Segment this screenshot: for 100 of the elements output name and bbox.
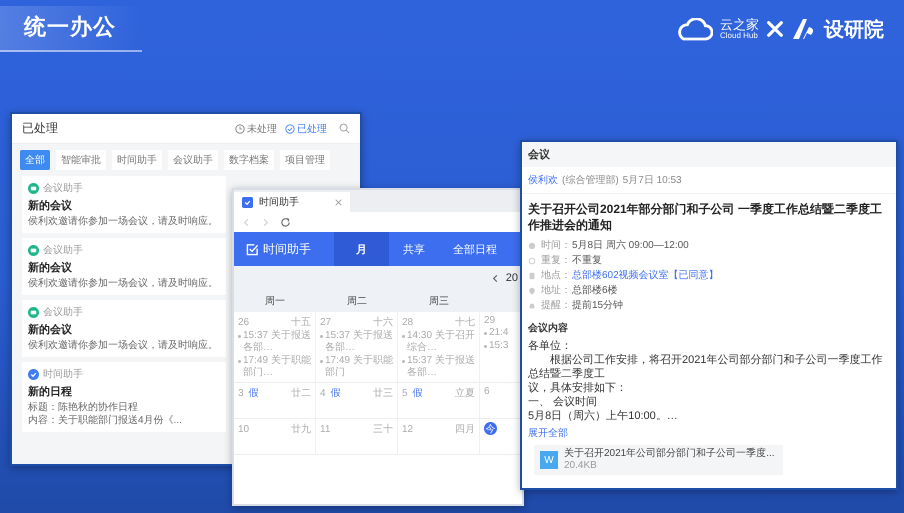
search-icon[interactable] bbox=[339, 123, 350, 134]
weekday-header: 周二 bbox=[346, 295, 368, 309]
filter-chip[interactable]: 项目管理 bbox=[280, 150, 330, 170]
lunar-date: 十五 bbox=[291, 316, 311, 329]
check-circle-icon bbox=[285, 124, 295, 134]
app-name: 时间助手 bbox=[263, 240, 311, 258]
nav-tab[interactable]: 共享 bbox=[389, 232, 439, 266]
calendar-day-cell[interactable]: 5 假 立夏 bbox=[398, 383, 480, 419]
partner-name: 云之家 bbox=[720, 18, 759, 32]
close-icon[interactable] bbox=[335, 198, 342, 206]
detail-label: 提醒： bbox=[541, 299, 571, 313]
message-card[interactable]: 时间助手 新的日程 标题：陈艳秋的协作日程 内容：关于职能部门报送4月份《... bbox=[22, 362, 226, 432]
chat-icon bbox=[28, 306, 39, 318]
calendar-day-cell[interactable]: 12 四月 bbox=[398, 419, 480, 455]
view-tab[interactable]: 已处理 bbox=[285, 122, 327, 136]
holiday-tag: 假 bbox=[330, 386, 341, 400]
day-number: 27 bbox=[320, 316, 332, 328]
checkbox-icon bbox=[246, 242, 259, 256]
forward-icon[interactable] bbox=[261, 218, 270, 226]
page-title: 统一办公 bbox=[24, 14, 116, 39]
attachment-card[interactable]: W 关于召开2021年公司部分部门和子公司一季度... 20.4KB bbox=[534, 445, 783, 475]
detail-label: 地址： bbox=[541, 284, 571, 298]
cross-icon bbox=[766, 20, 784, 38]
calendar-icon bbox=[28, 368, 39, 380]
event-dot-icon bbox=[238, 360, 241, 363]
day-number: 12 bbox=[402, 424, 414, 434]
author-link[interactable]: 侯利欢 bbox=[528, 173, 558, 187]
filter-chip[interactable]: 数字档案 bbox=[224, 150, 274, 170]
calendar-day-cell[interactable]: 4 假 廿三 bbox=[316, 383, 398, 419]
back-icon[interactable] bbox=[242, 218, 251, 226]
today-badge[interactable]: 今 bbox=[484, 422, 497, 435]
detail-label: 时间： bbox=[541, 238, 571, 253]
calendar-day-cell[interactable]: 10 廿九 bbox=[234, 419, 316, 455]
calendar-day-cell[interactable]: 11 三十 bbox=[316, 419, 398, 455]
message-source: 会议助手 bbox=[43, 244, 83, 257]
event-dot-icon bbox=[320, 335, 323, 338]
event-text[interactable]: 17:49 关于职能部门… bbox=[243, 355, 311, 379]
event-text[interactable]: 15:37 关于报送各部… bbox=[325, 330, 393, 354]
calendar-day-cell[interactable]: 6 bbox=[480, 383, 522, 419]
message-text: 侯利欢邀请你参加一场会议，请及时响应。 bbox=[28, 215, 219, 228]
message-source: 会议助手 bbox=[43, 306, 83, 319]
message-title: 新的会议 bbox=[28, 198, 73, 213]
day-number: 28 bbox=[402, 316, 414, 328]
message-title: 新的会议 bbox=[28, 260, 73, 275]
lunar-date: 四月 bbox=[455, 423, 475, 436]
event-text[interactable]: 15:37 关于报送各部… bbox=[407, 355, 475, 379]
detail-value: 5月8日 周六 09:00—12:00 bbox=[572, 238, 689, 253]
browser-tab[interactable]: 时间助手 bbox=[234, 192, 350, 212]
event-text[interactable]: 21:4 bbox=[489, 327, 508, 339]
calendar-day-cell[interactable]: 28 十七 14:30 关于召开综合… 15:37 关于报送各部… bbox=[398, 312, 480, 383]
detail-label: 重复： bbox=[541, 254, 571, 268]
filter-chip[interactable]: 时间助手 bbox=[112, 150, 162, 170]
event-text[interactable]: 14:30 关于召开综合… bbox=[407, 330, 475, 354]
nav-tab[interactable]: 全部日程 bbox=[439, 232, 511, 266]
event-dot-icon bbox=[238, 335, 241, 338]
filter-chip[interactable]: 智能审批 bbox=[56, 150, 106, 170]
body-text: 各单位： bbox=[528, 339, 573, 353]
message-card[interactable]: 会议助手 新的会议 侯利欢邀请你参加一场会议，请及时响应。 bbox=[22, 238, 226, 295]
nav-tab[interactable]: 月 bbox=[334, 232, 389, 266]
reload-icon[interactable] bbox=[280, 216, 291, 228]
chat-icon bbox=[28, 244, 39, 256]
lunar-date: 十六 bbox=[373, 316, 393, 329]
event-dot-icon bbox=[320, 360, 323, 363]
window-title: 已处理 bbox=[22, 120, 58, 137]
lunar-date: 廿三 bbox=[373, 386, 393, 400]
body-text: 议，具体安排如下： bbox=[528, 381, 628, 395]
detail-value: 总部楼6楼 bbox=[572, 284, 618, 298]
detail-value[interactable]: 总部楼602视频会议室【已同意】 bbox=[572, 268, 719, 283]
calendar-day-cell[interactable]: 26 十五 15:37 关于报送各部… 17:49 关于职能部门… bbox=[234, 312, 316, 383]
lunar-date: 廿二 bbox=[291, 386, 311, 400]
holiday-tag: 假 bbox=[248, 386, 259, 400]
message-title: 新的会议 bbox=[28, 322, 73, 337]
calendar-day-cell[interactable]: 29 21:4 15:3 bbox=[480, 312, 522, 383]
lunar-date: 廿九 bbox=[291, 422, 311, 436]
holiday-tag: 假 bbox=[412, 386, 423, 400]
previous-month-icon[interactable] bbox=[490, 274, 500, 282]
filter-chip[interactable]: 全部 bbox=[20, 150, 50, 170]
event-text[interactable]: 15:3 bbox=[489, 340, 508, 352]
message-text: 侯利欢邀请你参加一场会议，请及时响应。 bbox=[28, 277, 219, 290]
message-card[interactable]: 会议助手 新的会议 侯利欢邀请你参加一场会议，请及时响应。 bbox=[22, 300, 226, 357]
calendar-day-cell[interactable]: 3 假 廿二 bbox=[234, 383, 316, 419]
filter-chip[interactable]: 会议助手 bbox=[168, 150, 218, 170]
day-number: 6 bbox=[484, 386, 490, 397]
lunar-date: 十七 bbox=[455, 316, 475, 329]
day-number: 11 bbox=[320, 424, 330, 434]
expand-link[interactable]: 展开全部 bbox=[522, 424, 574, 442]
event-text[interactable]: 15:37 关于报送各部… bbox=[243, 330, 311, 354]
message-card[interactable]: 会议助手 新的会议 侯利欢邀请你参加一场会议，请及时响应。 bbox=[22, 176, 226, 233]
document-icon: W bbox=[540, 451, 558, 469]
calendar-day-cell[interactable]: 今 bbox=[480, 419, 522, 455]
body-text: 根据公司工作安排，将召开2021年公司部分部门和子公司一季度工作总结暨二季度工 bbox=[528, 353, 884, 381]
message-text: 内容：关于职能部门报送4月份《... bbox=[28, 414, 183, 427]
calendar-day-cell[interactable]: 27 十六 15:37 关于报送各部… 17:49 关于职能部门 bbox=[316, 312, 398, 383]
app-favicon-icon bbox=[242, 196, 253, 208]
event-text[interactable]: 17:49 关于职能部门 bbox=[325, 355, 393, 379]
message-text: 侯利欢邀请你参加一场会议，请及时响应。 bbox=[28, 339, 219, 352]
view-tab[interactable]: 未处理 bbox=[235, 122, 277, 136]
day-number: 3 bbox=[238, 388, 244, 398]
day-number: 4 bbox=[320, 388, 326, 398]
body-text: 一、 会议时间 bbox=[528, 395, 598, 409]
